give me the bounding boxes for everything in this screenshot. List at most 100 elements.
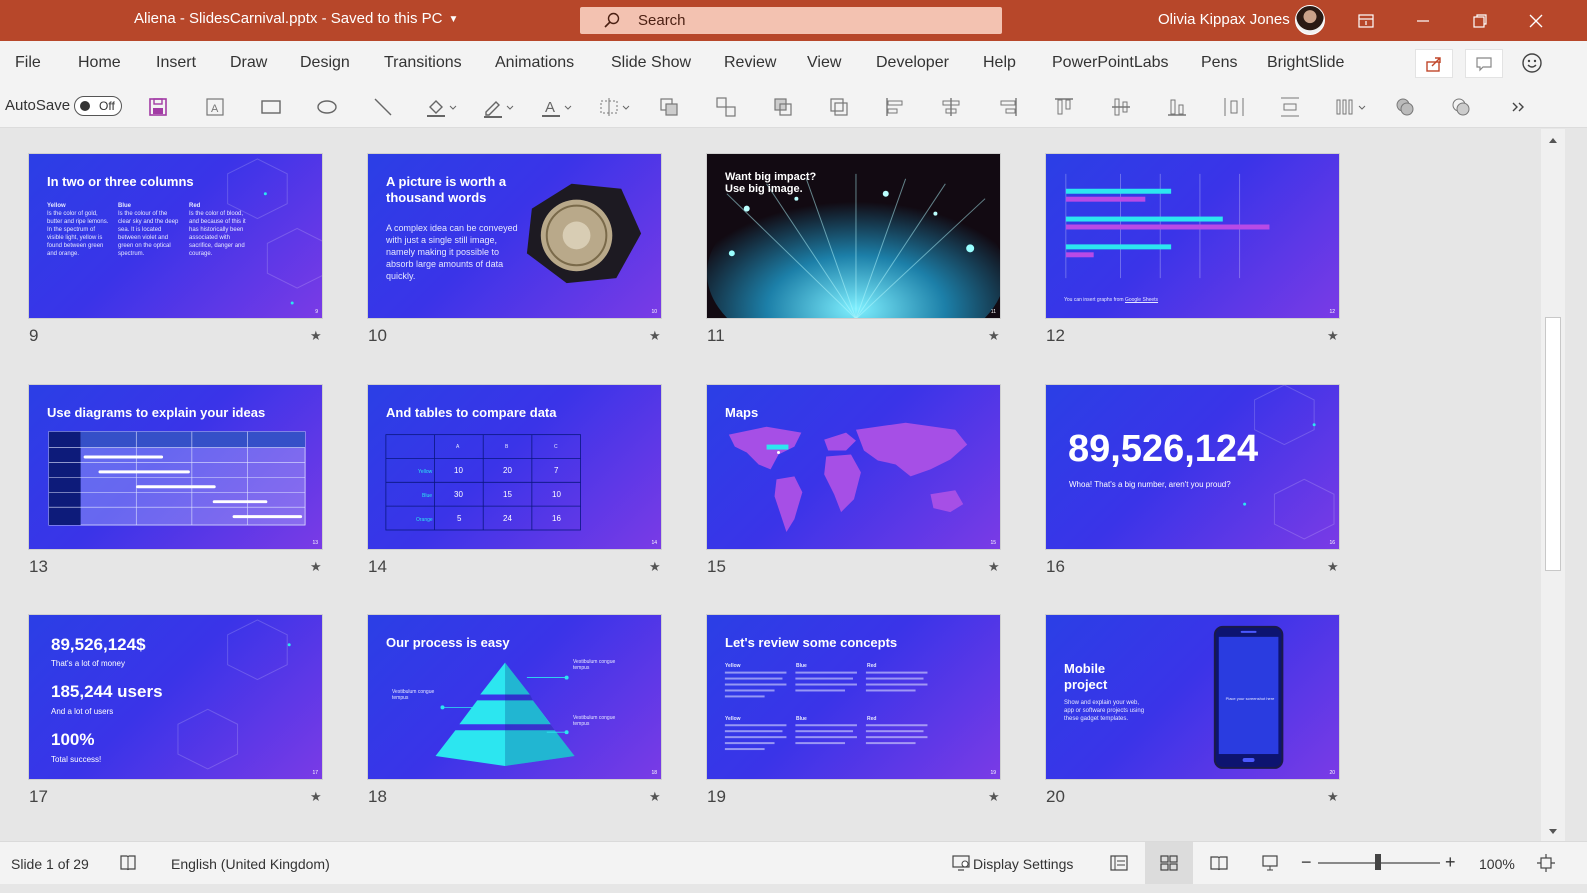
tab-home[interactable]: Home [78,54,121,72]
more-tools-button[interactable] [1508,95,1530,119]
search-input[interactable] [638,11,968,30]
tab-powerpointlabs[interactable]: PowerPointLabs [1052,54,1169,72]
slide-thumbnail-13[interactable]: Use diagrams to explain your ideas 13 [28,384,323,550]
chevron-down-icon[interactable]: ▼ [448,14,458,25]
minimize-button[interactable] [1398,0,1448,41]
size-position-button[interactable] [598,95,630,119]
slide-number-label: 20 [1046,787,1065,806]
normal-view-button[interactable] [1109,853,1129,873]
slide-thumbnail-19[interactable]: Let's review some concepts Yellow Blue R… [706,614,1001,780]
shape-fill-button[interactable] [425,95,457,119]
concept-heading: Blue [796,716,807,722]
intersect-shapes-button[interactable] [1450,95,1472,119]
arrange-button[interactable] [1334,95,1366,119]
animation-star-icon[interactable]: ★ [649,328,661,344]
animation-star-icon[interactable]: ★ [649,559,661,575]
group-button[interactable] [715,95,737,119]
oval-button[interactable] [316,95,338,119]
reading-view-button[interactable] [1209,853,1229,873]
slide-thumbnail-20[interactable]: Mobile project Show and explain your web… [1045,614,1340,780]
slide-thumbnail-16[interactable]: 89,526,124 Whoa! That's a big number, ar… [1045,384,1340,550]
animation-star-icon[interactable]: ★ [988,328,1000,344]
scrollbar-thumb[interactable] [1545,317,1561,571]
tab-animations[interactable]: Animations [495,54,574,72]
slide-show-button[interactable] [1260,853,1280,873]
align-left-button[interactable] [884,95,906,119]
save-button[interactable] [147,95,169,119]
slide-thumbnail-15[interactable]: Maps 15 [706,384,1001,550]
merge-shapes-button[interactable] [1394,95,1416,119]
user-name[interactable]: Olivia Kippax Jones [1158,11,1290,28]
slide-thumbnail-11[interactable]: Want big impact? Use big image. 11 [706,153,1001,319]
vertical-scrollbar[interactable] [1541,129,1565,841]
ribbon-display-options-button[interactable] [1341,0,1391,41]
scroll-down-arrow-icon[interactable] [1547,825,1559,837]
zoom-slider-thumb[interactable] [1375,854,1381,870]
align-top-button[interactable] [1053,95,1075,119]
bring-forward-button[interactable] [658,95,680,119]
slide-thumbnail-9[interactable]: In two or three columns Yellow Is the col… [28,153,323,319]
slide-thumbnail-12[interactable]: You can insert graphs from Google Sheets… [1045,153,1340,319]
distribute-horizontal-button[interactable] [1223,95,1245,119]
display-settings-button[interactable]: Display Settings [973,856,1073,872]
align-right-button[interactable] [997,95,1019,119]
slide-thumbnail-10[interactable]: A picture is worth a thousand words A co… [367,153,662,319]
tab-transitions[interactable]: Transitions [384,54,462,72]
zoom-in-button[interactable]: + [1445,852,1456,873]
tab-pens[interactable]: Pens [1201,54,1237,72]
feedback-smiley-button[interactable] [1521,52,1543,79]
language-indicator[interactable]: English (United Kingdom) [171,856,330,872]
animation-star-icon[interactable]: ★ [310,328,322,344]
restore-button[interactable] [1455,0,1505,41]
align-middle-button[interactable] [1110,95,1132,119]
slide-sorter-view-button[interactable] [1159,853,1179,873]
animation-star-icon[interactable]: ★ [310,789,322,805]
tab-view[interactable]: View [807,54,841,72]
share-button[interactable] [1415,49,1453,78]
animation-star-icon[interactable]: ★ [649,789,661,805]
tab-help[interactable]: Help [983,54,1016,72]
tab-insert[interactable]: Insert [156,54,196,72]
bring-forward-icon [660,98,678,116]
tab-design[interactable]: Design [300,54,350,72]
slide-thumbnail-17[interactable]: 89,526,124$ That's a lot of money 185,24… [28,614,323,780]
align-center-button[interactable] [940,95,962,119]
tab-file[interactable]: File [15,54,41,72]
align-bottom-button[interactable] [1166,95,1188,119]
animation-star-icon[interactable]: ★ [988,789,1000,805]
font-color-button[interactable]: A [540,95,572,119]
shape-outline-button[interactable] [482,95,514,119]
avatar[interactable] [1295,5,1325,35]
display-settings-icon-wrap[interactable] [951,853,971,873]
text-box-button[interactable]: A [204,95,226,119]
search-box[interactable] [580,7,1002,34]
slide-thumbnail-18[interactable]: Our process is easy Vestibulum congue te… [367,614,662,780]
animation-star-icon[interactable]: ★ [310,559,322,575]
rectangle-button[interactable] [260,95,282,119]
slide-sorter[interactable]: In two or three columns Yellow Is the col… [0,129,1541,841]
tab-slide-show[interactable]: Slide Show [611,54,691,72]
document-title[interactable]: Aliena - SlidesCarnival.pptx - Saved to … [134,10,458,27]
fit-to-window-button[interactable] [1536,853,1556,873]
zoom-level[interactable]: 100% [1479,856,1515,872]
slide-thumbnail-14[interactable]: And tables to compare data A B C Yellow … [367,384,662,550]
comments-button[interactable] [1465,49,1503,78]
tab-developer[interactable]: Developer [876,54,949,72]
line-button[interactable] [372,95,394,119]
animation-star-icon[interactable]: ★ [1327,789,1339,805]
tab-draw[interactable]: Draw [230,54,267,72]
zoom-out-button[interactable]: − [1301,852,1312,873]
autosave-toggle[interactable]: Off [74,96,122,116]
tab-brightslide[interactable]: BrightSlide [1267,54,1344,72]
animation-star-icon[interactable]: ★ [1327,328,1339,344]
accessibility-checker-button[interactable] [118,853,138,873]
animation-star-icon[interactable]: ★ [988,559,1000,575]
animation-star-icon[interactable]: ★ [1327,559,1339,575]
distribute-vertical-button[interactable] [1279,95,1301,119]
send-backward-button[interactable] [772,95,794,119]
scroll-up-arrow-icon[interactable] [1547,135,1559,147]
tab-review[interactable]: Review [724,54,776,72]
google-sheets-link[interactable]: Google Sheets [1125,297,1158,303]
close-button[interactable] [1511,0,1561,41]
copy-format-button[interactable] [828,95,850,119]
